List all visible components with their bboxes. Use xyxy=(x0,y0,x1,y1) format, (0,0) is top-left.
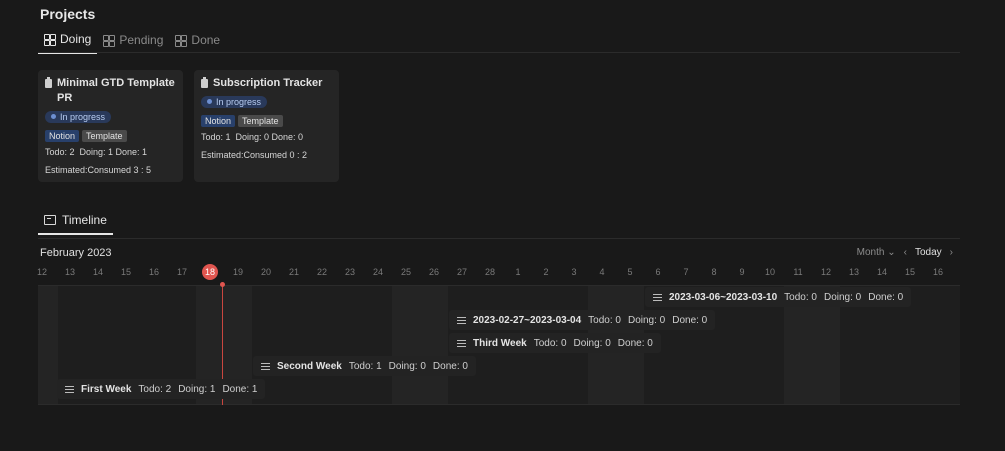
list-icon xyxy=(457,316,466,324)
day-label: 7 xyxy=(683,267,689,277)
view-tabs: Doing Pending Done xyxy=(38,30,226,54)
chevron-down-icon: ⌄ xyxy=(887,247,896,258)
tag-notion: Notion xyxy=(201,115,236,127)
estimate: Estimated:Consumed 0 : 2 xyxy=(201,150,308,160)
task-counts: Todo: 1 Doing: 0 Done: 0 xyxy=(201,132,304,142)
next-arrow-icon[interactable]: › xyxy=(950,247,953,258)
day-label: 24 xyxy=(372,267,383,277)
project-card[interactable]: Minimal GTD Template PR In progress Notio… xyxy=(38,70,183,182)
tag-notion: Notion xyxy=(45,130,80,142)
today-button[interactable]: Today xyxy=(915,247,942,258)
day-label: 16 xyxy=(932,267,943,277)
tag-list: Notion Template xyxy=(201,115,332,127)
day-label: 2 xyxy=(543,267,549,277)
tab-done[interactable]: Done xyxy=(169,30,226,54)
timeline-icon xyxy=(44,215,56,225)
day-label: 22 xyxy=(316,267,327,277)
tab-label: Timeline xyxy=(62,213,107,227)
today-line-dot xyxy=(220,282,225,287)
day-label: 9 xyxy=(739,267,745,277)
day-label: 14 xyxy=(876,267,887,277)
day-label: 23 xyxy=(344,267,355,277)
day-label: 16 xyxy=(148,267,159,277)
day-label: 3 xyxy=(571,267,577,277)
day-label: 13 xyxy=(848,267,859,277)
day-label: 14 xyxy=(92,267,103,277)
day-label: 5 xyxy=(627,267,633,277)
tab-timeline[interactable]: Timeline xyxy=(38,211,113,235)
page-title: Projects xyxy=(40,6,96,22)
board-icon xyxy=(103,34,116,47)
day-label: 28 xyxy=(484,267,495,277)
project-card[interactable]: Subscription Tracker In progress Notion … xyxy=(194,70,339,182)
timeline-controls: Month ⌄ ‹ Today › xyxy=(857,247,953,258)
board-icon xyxy=(44,33,56,46)
day-label: 15 xyxy=(120,267,131,277)
timeline-bar[interactable]: 2023-02-27~2023-03-04 Todo: 0 Doing: 0 D… xyxy=(449,310,716,330)
divider xyxy=(38,285,960,286)
timeline-bar[interactable]: Third Week Todo: 0 Doing: 0 Done: 0 xyxy=(449,333,661,353)
clipboard-icon xyxy=(45,77,52,88)
list-icon xyxy=(457,339,466,347)
divider xyxy=(38,238,960,239)
tab-label: Done xyxy=(191,33,221,47)
day-label: 10 xyxy=(764,267,775,277)
weekend-column xyxy=(38,285,58,405)
day-label: 25 xyxy=(400,267,411,277)
day-label: 27 xyxy=(456,267,467,277)
weekend-column xyxy=(392,285,448,405)
status-badge: In progress xyxy=(201,95,268,108)
tag-template: Template xyxy=(82,130,127,142)
divider xyxy=(38,404,960,405)
clipboard-icon xyxy=(201,77,208,88)
day-label: 12 xyxy=(36,267,47,277)
timeline-bar[interactable]: First Week Todo: 2 Doing: 1 Done: 1 xyxy=(57,379,266,399)
board-icon xyxy=(175,34,188,47)
timeline-bar[interactable]: 2023-03-06~2023-03-10 Todo: 0 Doing: 0 D… xyxy=(645,287,912,307)
day-label: 4 xyxy=(599,267,605,277)
list-icon xyxy=(653,293,662,301)
day-label: 12 xyxy=(820,267,831,277)
card-title: Minimal GTD Template PR xyxy=(45,76,176,106)
tag-template: Template xyxy=(238,115,283,127)
day-label: 15 xyxy=(904,267,915,277)
day-label: 26 xyxy=(428,267,439,277)
month-label: February 2023 xyxy=(40,247,112,259)
day-label: 19 xyxy=(232,267,243,277)
day-label: 6 xyxy=(655,267,661,277)
day-label: 1 xyxy=(515,267,521,277)
timeline-bar[interactable]: Second Week Todo: 1 Doing: 0 Done: 0 xyxy=(253,356,476,376)
card-title: Subscription Tracker xyxy=(201,76,332,91)
list-icon xyxy=(65,385,74,393)
tag-list: Notion Template xyxy=(45,130,176,142)
prev-arrow-icon[interactable]: ‹ xyxy=(904,247,907,258)
day-label: 11 xyxy=(793,267,803,277)
status-badge: In progress xyxy=(45,110,112,123)
tab-label: Doing xyxy=(60,32,92,46)
view-select[interactable]: Month ⌄ xyxy=(857,247,896,258)
tab-doing[interactable]: Doing xyxy=(38,30,98,54)
tab-pending[interactable]: Pending xyxy=(97,30,169,54)
estimate: Estimated:Consumed 3 : 5 xyxy=(45,165,152,175)
task-counts: Todo: 2 Doing: 1 Done: 1 xyxy=(45,147,148,157)
day-label: 20 xyxy=(260,267,271,277)
tab-label: Pending xyxy=(119,33,164,47)
divider xyxy=(38,52,960,53)
day-label: 13 xyxy=(64,267,75,277)
day-label: 8 xyxy=(711,267,717,277)
list-icon xyxy=(261,362,270,370)
day-label: 21 xyxy=(288,267,299,277)
day-label-today: 18 xyxy=(202,264,218,280)
day-label: 17 xyxy=(176,267,187,277)
